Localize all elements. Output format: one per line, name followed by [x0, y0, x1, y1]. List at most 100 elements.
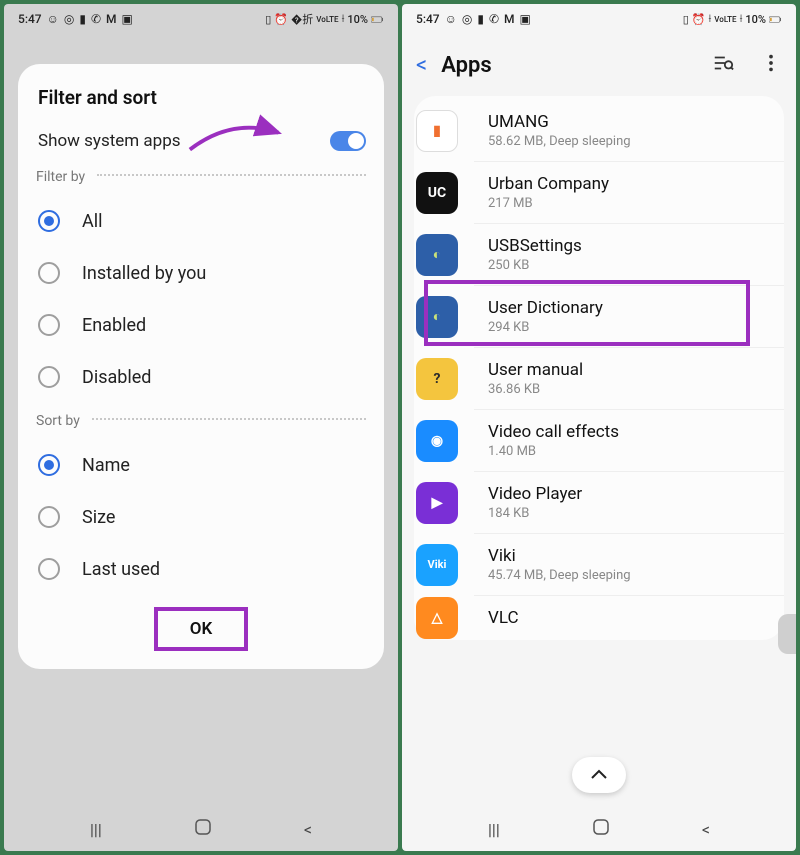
home-icon[interactable]: [592, 818, 610, 840]
status-bar: 5:47 ☺ ◎ ▮ ✆ M ▣ ▯ ⏰ ⟊ VoLTE ⟊ 10%: [402, 4, 796, 34]
volte-icon: VoLTE: [714, 15, 736, 24]
status-left: 5:47 ☺ ◎ ▮ ✆ M ▣: [416, 12, 531, 26]
app-row[interactable]: VikiViki45.74 MB, Deep sleeping: [474, 534, 784, 596]
app-name: Urban Company: [488, 174, 609, 194]
instagram-icon: ◎: [64, 12, 74, 26]
telegram-icon: ✆: [91, 12, 101, 26]
app-row[interactable]: ◉Video call effects1.40 MB: [474, 410, 784, 472]
radio-icon[interactable]: [38, 454, 60, 476]
radio-icon[interactable]: [38, 210, 60, 232]
app-subtitle: 36.86 KB: [488, 382, 583, 397]
status-right: ▯ ⏰ ⟊ VoLTE ⟊ 10%: [683, 12, 782, 26]
app-row[interactable]: ?User manual36.86 KB: [474, 348, 784, 410]
page-title: Apps: [441, 53, 698, 78]
recents-icon[interactable]: |||: [488, 820, 500, 839]
instagram-icon: ◎: [462, 12, 472, 26]
nav-bar: ||| <: [4, 807, 398, 851]
show-system-toggle[interactable]: [330, 131, 366, 151]
back-icon[interactable]: <: [702, 820, 710, 839]
show-system-label: Show system apps: [38, 131, 181, 151]
battery-saver-icon: ▮: [79, 12, 86, 26]
app-subtitle: 1.40 MB: [488, 444, 619, 459]
app-icon: ▮: [416, 110, 458, 152]
apps-header: < Apps: [402, 34, 796, 92]
telegram-icon: ✆: [489, 12, 499, 26]
signal-icon: ⟊: [740, 12, 743, 26]
battery-icon: [769, 13, 782, 26]
radio-icon[interactable]: [38, 262, 60, 284]
app-subtitle: 184 KB: [488, 506, 582, 521]
radio-label: All: [82, 211, 103, 232]
app-icon: ?: [416, 358, 458, 400]
photos-icon: ▣: [520, 12, 531, 26]
app-row[interactable]: UCUrban Company217 MB: [474, 162, 784, 224]
app-name: UMANG: [488, 112, 631, 132]
battery-saver-icon: ▮: [477, 12, 484, 26]
back-icon[interactable]: <: [304, 820, 312, 839]
nfc-icon: ▯: [265, 13, 271, 26]
app-subtitle: 58.62 MB, Deep sleeping: [488, 134, 631, 149]
divider-dotted: [97, 174, 366, 176]
app-icon: ◐: [416, 234, 458, 276]
dialog-title: Filter and sort: [36, 86, 366, 109]
status-right: ▯ ⏰ �折 VoLTE ⟊ 10%: [265, 11, 384, 27]
status-time: 5:47: [18, 12, 42, 26]
photos-icon: ▣: [122, 12, 133, 26]
app-row[interactable]: ◐USBSettings250 KB: [474, 224, 784, 286]
radio-label: Size: [82, 507, 115, 528]
volte-icon: VoLTE: [316, 15, 338, 24]
alarm-icon: ⏰: [692, 13, 706, 26]
radio-icon[interactable]: [38, 558, 60, 580]
filter-enabled[interactable]: Enabled: [36, 299, 366, 351]
scroll-handle[interactable]: [778, 614, 796, 654]
whatsapp-icon: ☺: [47, 12, 59, 26]
back-chevron-icon[interactable]: <: [416, 53, 427, 78]
app-icon: △: [416, 597, 458, 639]
filter-disabled[interactable]: Disabled: [36, 351, 366, 403]
sort-lastused[interactable]: Last used: [36, 543, 366, 595]
sort-by-label: Sort by: [36, 413, 80, 429]
sort-size[interactable]: Size: [36, 491, 366, 543]
app-icon: ◉: [416, 420, 458, 462]
filter-all[interactable]: All: [36, 195, 366, 247]
sort-name[interactable]: Name: [36, 439, 366, 491]
show-system-row[interactable]: Show system apps: [36, 131, 366, 151]
phone-left: 5:47 ☺ ◎ ▮ ✆ M ▣ ▯ ⏰ �折 VoLTE ⟊ 10% Filt…: [4, 4, 398, 851]
status-time: 5:47: [416, 12, 440, 26]
ok-button[interactable]: OK: [154, 607, 249, 651]
app-icon: UC: [416, 172, 458, 214]
home-icon[interactable]: [194, 818, 212, 840]
app-row[interactable]: ▶Video Player184 KB: [474, 472, 784, 534]
filter-by-header: Filter by: [36, 169, 366, 185]
radio-icon[interactable]: [38, 314, 60, 336]
scroll-top-button[interactable]: [572, 757, 626, 793]
alarm-icon: ⏰: [274, 13, 288, 26]
phone-right: 5:47 ☺ ◎ ▮ ✆ M ▣ ▯ ⏰ ⟊ VoLTE ⟊ 10% < App…: [402, 4, 796, 851]
app-subtitle: 294 KB: [488, 320, 603, 335]
search-filter-icon[interactable]: [712, 52, 734, 78]
nav-bar: ||| <: [402, 807, 796, 851]
nfc-icon: ▯: [683, 13, 689, 26]
recents-icon[interactable]: |||: [90, 820, 102, 839]
radio-icon[interactable]: [38, 366, 60, 388]
radio-label: Enabled: [82, 315, 146, 336]
wifi-icon: ⟊: [708, 12, 711, 26]
radio-icon[interactable]: [38, 506, 60, 528]
radio-label: Installed by you: [82, 263, 206, 284]
app-name: User manual: [488, 360, 583, 380]
wifi-icon: �折: [291, 11, 313, 27]
filter-installed[interactable]: Installed by you: [36, 247, 366, 299]
app-row[interactable]: ▮UMANG58.62 MB, Deep sleeping: [474, 100, 784, 162]
app-row[interactable]: △VLC: [474, 596, 784, 640]
arrow-annotation: [186, 113, 286, 163]
app-subtitle: 217 MB: [488, 196, 609, 211]
app-name: VLC: [488, 608, 519, 628]
app-row[interactable]: ◐User Dictionary294 KB: [474, 286, 784, 348]
battery-pct: 10%: [347, 13, 368, 26]
more-icon[interactable]: [760, 52, 782, 78]
radio-label: Disabled: [82, 367, 151, 388]
battery-pct: 10%: [745, 13, 766, 26]
app-name: Video call effects: [488, 422, 619, 442]
app-icon: ▶: [416, 482, 458, 524]
apps-list: ▮ UMANG 58.62 MB, Deep sleeping UC Urban Com…: [414, 96, 784, 640]
